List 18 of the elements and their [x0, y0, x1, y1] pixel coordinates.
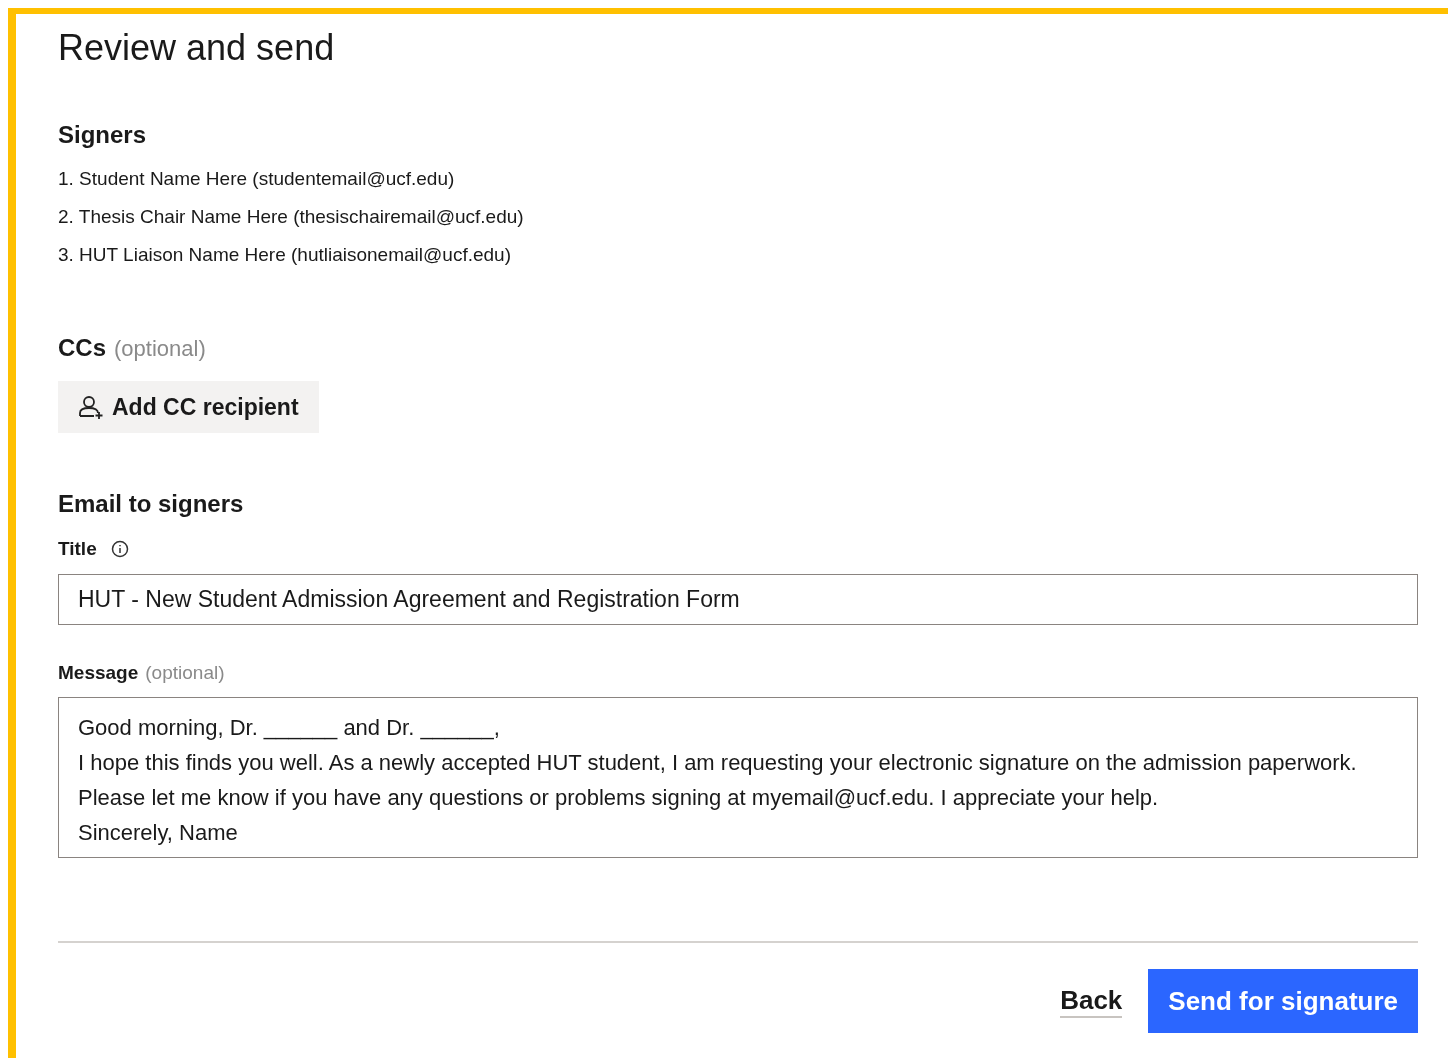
- signer-entry: 1. Student Name Here (studentemail@ucf.edu): [58, 167, 455, 191]
- section-heading: Email to signers: [58, 489, 244, 519]
- field-label: Title: [58, 537, 97, 561]
- optional-note: (optional): [145, 660, 225, 685]
- optional-note: (optional): [114, 335, 206, 363]
- signer-entry: 2. Thesis Chair Name Here (thesischairemail@ucf.edu): [58, 205, 524, 229]
- message-field[interactable]: Good morning, Dr. ______ and Dr. ______, I hope this finds you well. As a newly accepted HUT student, I am requesting your electronic signature on the admission paperwork. Please let me know if you have any questions or problems signing at myemail@ucf.edu. I appreciate your help. Sincerely, Name: [58, 697, 1418, 858]
- section-heading: Signers: [58, 120, 147, 150]
- person-add-icon: [78, 394, 104, 420]
- title-field[interactable]: HUT - New Student Admission Agreement and Registration Form: [58, 573, 1418, 625]
- info-icon[interactable]: [110, 540, 129, 559]
- section-heading: CCs: [58, 333, 106, 363]
- signer-entry: 3. HUT Liaison Name Here (hutliaisonemail@ucf.edu): [58, 243, 511, 267]
- page-title: Review and send: [58, 26, 335, 70]
- add-cc-recipient-button[interactable]: Add CC recipient: [58, 381, 319, 433]
- field-label: Message: [58, 660, 139, 685]
- send-for-signature-button[interactable]: Send for signature: [1148, 969, 1418, 1033]
- back-link[interactable]: Back: [1060, 984, 1123, 1018]
